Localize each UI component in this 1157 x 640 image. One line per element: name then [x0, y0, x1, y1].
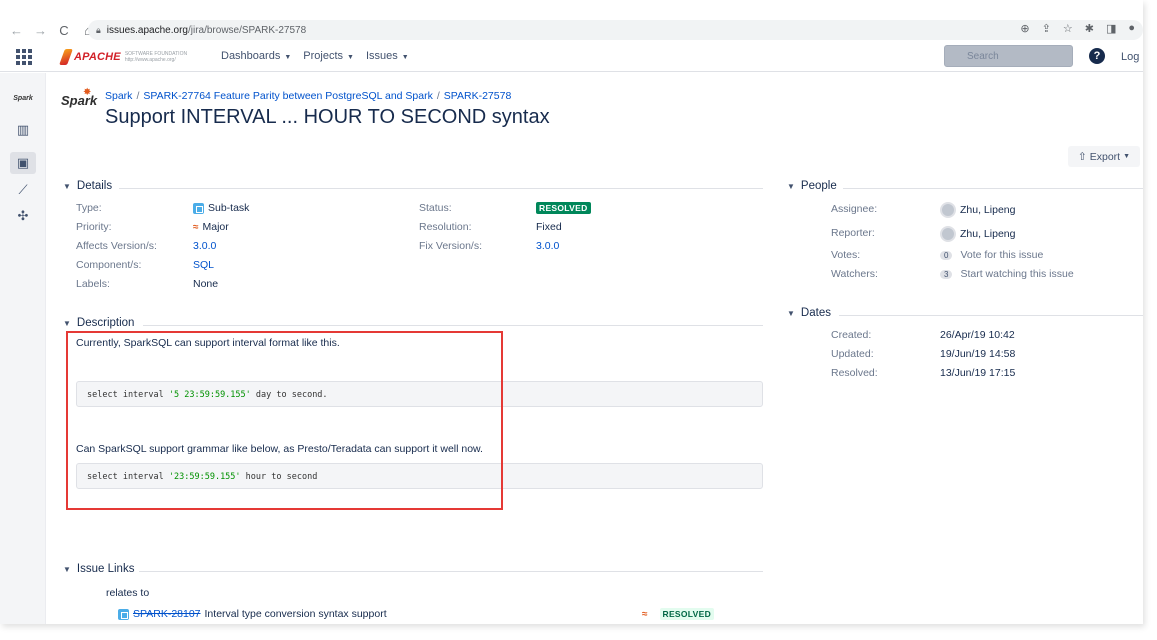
created-date: 26/Apr/19 10:42 — [940, 329, 1015, 341]
affects-version-link[interactable]: 3.0.0 — [193, 240, 216, 252]
lock-icon: 🔒︎ — [96, 24, 101, 35]
project-sidebar: Spark ▥ ▣ ⟋ ✣ — [0, 73, 46, 624]
chevron-down-icon: ▼ — [63, 564, 71, 574]
sidebar-project-avatar[interactable]: Spark — [10, 87, 36, 109]
issue-links-heading[interactable]: ▼ Issue Links — [63, 563, 134, 575]
page-title: Support INTERVAL ... HOUR TO SECOND synt… — [105, 106, 550, 128]
nav-projects[interactable]: Projects ▼ — [303, 50, 354, 62]
vote-link[interactable]: 0 Vote for this issue — [940, 249, 1043, 261]
details-heading[interactable]: ▼ Details — [63, 180, 112, 192]
linked-issue-title[interactable]: Interval type conversion syntax support — [205, 608, 387, 620]
avatar — [940, 226, 956, 242]
reports-icon[interactable]: ⟋ — [10, 179, 36, 201]
share-icon[interactable]: ⇪ — [1042, 22, 1051, 35]
chevron-down-icon: ▼ — [63, 181, 71, 191]
fix-version-link[interactable]: 3.0.0 — [536, 240, 559, 252]
project-logo[interactable]: Spark ✸ — [61, 87, 97, 108]
linked-issue-row[interactable]: SPARK-28107 Interval type conversion syn… — [118, 608, 387, 620]
export-button[interactable]: ⇧ Export ▼ — [1068, 146, 1140, 167]
star-icon: ✸ — [83, 87, 92, 98]
description-divider — [143, 325, 763, 326]
apache-logo[interactable]: APACHE SOFTWARE FOUNDATION http://www.ap… — [59, 48, 201, 66]
apache-feather-icon — [59, 49, 73, 65]
subtask-icon — [193, 202, 204, 214]
jira-header: APACHE SOFTWARE FOUNDATION http://www.ap… — [0, 42, 1143, 72]
search-input[interactable]: Search — [944, 45, 1073, 67]
chevron-down-icon: ▼ — [787, 308, 795, 318]
breadcrumb-project[interactable]: Spark — [105, 90, 132, 102]
relation-label: relates to — [106, 587, 150, 599]
annotation-highlight-box — [66, 331, 503, 510]
breadcrumb-issue[interactable]: SPARK-27578 — [444, 90, 512, 102]
type-value: Sub-task — [193, 202, 249, 214]
app-switcher-icon[interactable] — [16, 48, 32, 65]
spark-logo-icon: Spark — [13, 94, 33, 102]
issues-icon[interactable]: ▣ — [10, 152, 36, 174]
chevron-down-icon: ▼ — [401, 54, 409, 61]
reporter-value[interactable]: Zhu, Lipeng — [940, 226, 1015, 242]
side-panel-icon[interactable]: ◨ — [1106, 22, 1116, 35]
dates-divider — [839, 315, 1143, 316]
bookmark-star-icon[interactable]: ☆ — [1063, 22, 1073, 35]
status-badge: RESOLVED — [536, 202, 591, 214]
watch-link[interactable]: 3 Start watching this issue — [940, 268, 1074, 280]
assignee-value[interactable]: Zhu, Lipeng — [940, 202, 1015, 218]
priority-major-icon: ≈ — [642, 608, 648, 620]
breadcrumb-parent[interactable]: SPARK-27764 Feature Parity between Postg… — [143, 90, 433, 102]
address-bar[interactable]: 🔒︎ issues.apache.org/jira/browse/SPARK-2… — [88, 20, 1143, 40]
login-link[interactable]: Log — [1121, 51, 1139, 63]
reload-icon[interactable]: C — [58, 23, 70, 38]
dates-heading[interactable]: ▼ Dates — [787, 307, 831, 319]
board-icon[interactable]: ▥ — [10, 119, 36, 141]
components-icon[interactable]: ✣ — [10, 205, 36, 227]
breadcrumb: Spark / SPARK-27764 Feature Parity betwe… — [105, 90, 512, 102]
avatar — [940, 202, 956, 218]
issue-links-divider — [139, 571, 763, 572]
chevron-down-icon: ▼ — [1123, 153, 1131, 160]
nav-dashboards[interactable]: Dashboards ▼ — [221, 50, 291, 62]
linked-issue-key[interactable]: SPARK-28107 — [133, 608, 201, 620]
extensions-icon[interactable]: ✱ — [1085, 22, 1094, 35]
chevron-down-icon: ▼ — [347, 54, 354, 61]
linked-issue-status: ≈ RESOLVED — [642, 608, 715, 620]
help-icon[interactable]: ? — [1089, 48, 1105, 64]
zoom-icon[interactable]: ⊕ — [1020, 22, 1029, 35]
export-icon: ⇧ — [1077, 150, 1087, 163]
top-navigation: Dashboards ▼ Projects ▼ Issues ▼ — [221, 50, 409, 62]
url-text: issues.apache.org/jira/browse/SPARK-2757… — [106, 24, 307, 36]
labels-value: None — [193, 278, 219, 290]
browser-window: ← → C ⌂ 🔒︎ issues.apache.org/jira/browse… — [0, 0, 1143, 624]
updated-date: 19/Jun/19 14:58 — [940, 348, 1016, 360]
forward-icon[interactable]: → — [34, 23, 47, 38]
subtask-icon — [118, 608, 129, 620]
component-link[interactable]: SQL — [193, 259, 214, 271]
description-heading[interactable]: ▼ Description — [63, 317, 134, 329]
priority-major-icon: ≈ — [193, 221, 199, 233]
issue-view: Spark ✸ Spark / SPARK-27764 Feature Parit… — [47, 73, 1143, 624]
chevron-down-icon: ▼ — [787, 181, 795, 191]
profile-icon[interactable]: ● — [1128, 22, 1135, 35]
priority-value: ≈ Major — [193, 221, 229, 233]
people-divider — [843, 188, 1143, 189]
back-icon[interactable]: ← — [10, 23, 23, 38]
nav-issues[interactable]: Issues ▼ — [366, 50, 409, 62]
chevron-down-icon: ▼ — [284, 54, 292, 61]
people-heading[interactable]: ▼ People — [787, 180, 837, 192]
chevron-down-icon: ▼ — [63, 318, 71, 328]
details-divider — [119, 188, 763, 189]
resolution-value: Fixed — [536, 221, 562, 233]
browser-toolbar: ← → C ⌂ 🔒︎ issues.apache.org/jira/browse… — [0, 20, 1143, 40]
resolved-date: 13/Jun/19 17:15 — [940, 367, 1016, 379]
